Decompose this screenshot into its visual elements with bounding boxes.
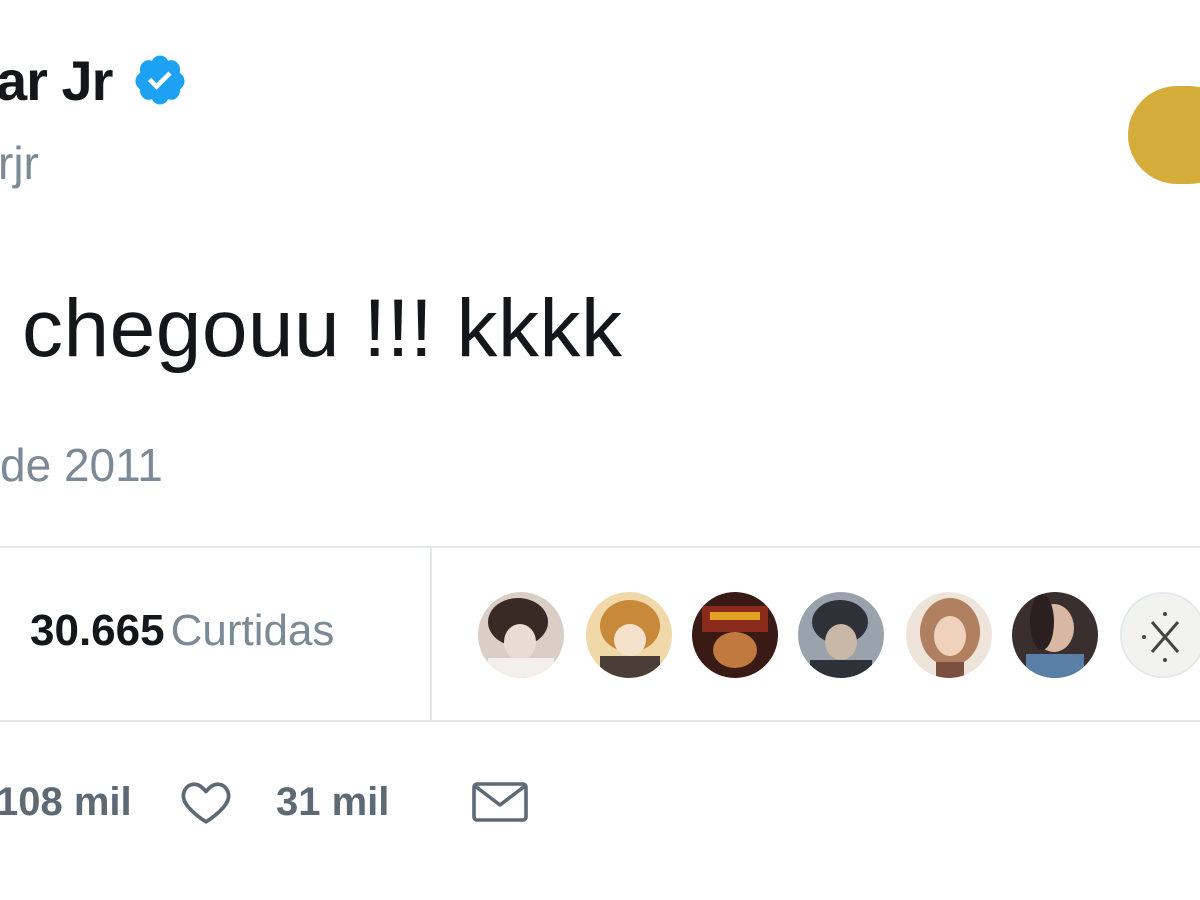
follow-button[interactable] [1128, 86, 1200, 184]
tweet-page: ar Jr rjr chegouu !!! kkkk de 2011 30.66… [0, 0, 1200, 900]
divider-bottom [0, 720, 1200, 722]
envelope-icon [472, 782, 528, 822]
liker-avatar-2[interactable] [586, 592, 672, 678]
heart-icon [181, 782, 231, 824]
direct-message-action[interactable] [470, 772, 530, 832]
author-handle[interactable]: rjr [0, 136, 39, 190]
likes-label: Curtidas [170, 606, 335, 655]
likes-count: 30.665 [30, 606, 165, 655]
retweet-action[interactable]: 108 mil [0, 772, 132, 832]
author-name[interactable]: ar Jr [0, 48, 113, 113]
like-count: 31 mil [276, 779, 390, 824]
divider-top [0, 546, 1200, 548]
like-action[interactable]: 31 mil [176, 772, 389, 832]
liker-avatar-6[interactable] [1012, 592, 1098, 678]
tweet-date[interactable]: de 2011 [0, 438, 163, 492]
likes-stat[interactable]: 30.665 Curtidas [30, 606, 334, 656]
tweet-text: chegouu !!! kkkk [22, 283, 623, 374]
liker-avatar-5[interactable] [906, 592, 992, 678]
liker-avatar-4[interactable] [798, 592, 884, 678]
retweet-count: 108 mil [0, 779, 132, 824]
liker-avatar-3[interactable] [692, 592, 778, 678]
stats-divider [430, 548, 432, 720]
liker-avatar-1[interactable] [478, 592, 564, 678]
verified-badge-icon [135, 55, 185, 105]
liker-avatar-7[interactable] [1120, 592, 1200, 678]
